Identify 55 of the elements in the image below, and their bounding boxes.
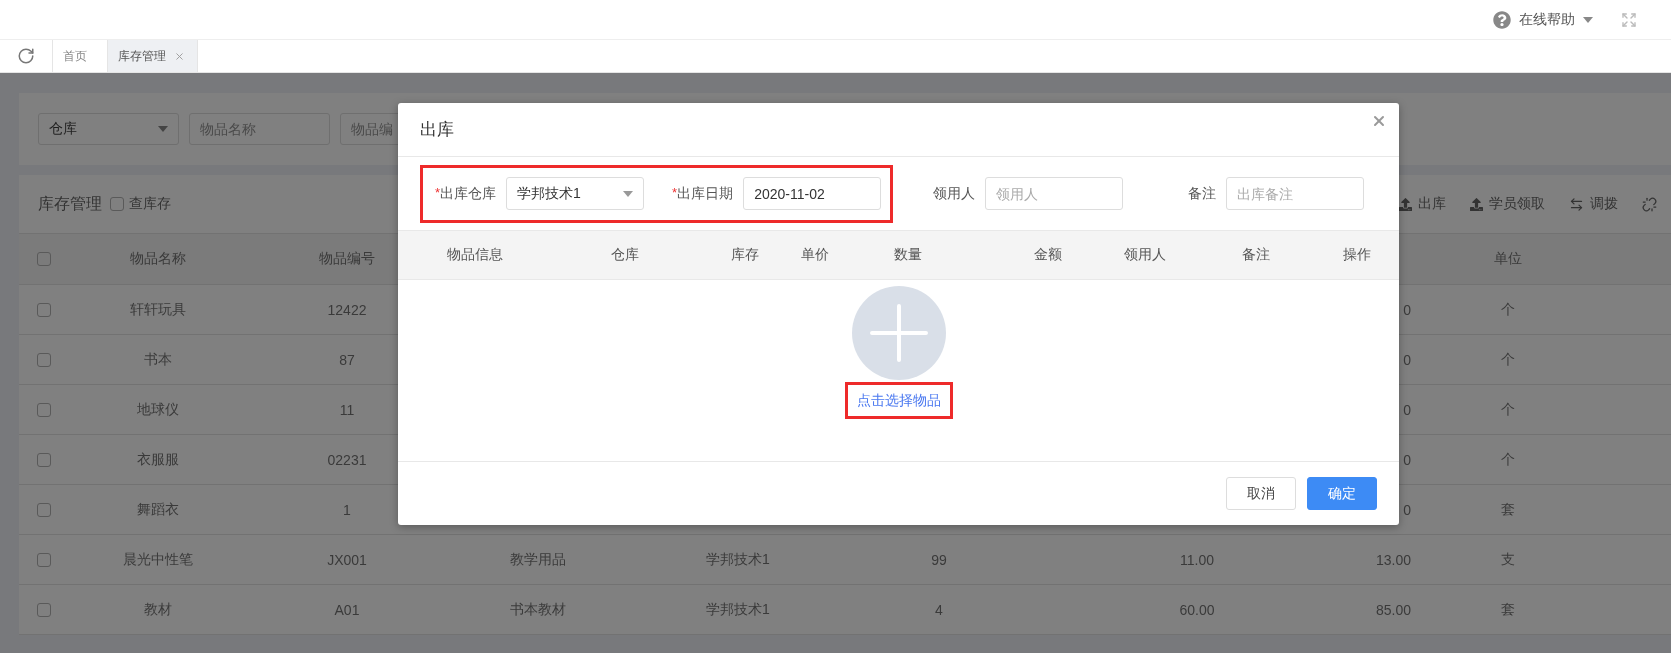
table-cell: 12422: [327, 301, 367, 318]
table-cell: 教学用品: [510, 550, 566, 569]
dialog-title: 出库: [420, 119, 454, 141]
table-cell: 0: [1403, 301, 1411, 318]
table-cell: 0: [1403, 451, 1411, 468]
table-cell: 晨光中性笔: [123, 550, 193, 569]
table-cell: 个: [1501, 300, 1515, 319]
field-label: 领用人: [933, 184, 976, 203]
column-header: 物品名称: [130, 250, 186, 268]
table-cell: 学邦技术1: [706, 600, 770, 619]
panel-title: 库存管理: [38, 193, 102, 214]
column-header: 领用人: [1124, 246, 1166, 264]
column-header: 仓库: [611, 246, 639, 264]
table-cell: 11: [339, 401, 355, 418]
field-label: 备注: [1188, 184, 1217, 203]
table-cell: 学邦技术1: [706, 550, 770, 569]
table-cell: 舞蹈衣: [137, 500, 179, 519]
column-header: 物品编号: [319, 250, 375, 268]
table-cell: 衣服服: [137, 450, 179, 469]
table-cell: 11.00: [1180, 551, 1214, 568]
table-cell: 02231: [327, 451, 367, 468]
table-cell: A01: [334, 601, 360, 618]
table-cell: 个: [1501, 400, 1515, 419]
column-header: 操作: [1343, 246, 1371, 264]
table-cell: 个: [1501, 350, 1515, 369]
table-cell: 套: [1501, 600, 1515, 619]
table-cell: 87: [339, 351, 355, 368]
table-cell: 轩轩玩具: [130, 300, 186, 319]
table-cell: 个: [1501, 450, 1515, 469]
column-header: 单位: [1494, 250, 1522, 268]
table-cell: 99: [931, 551, 947, 568]
table-cell: 套: [1501, 500, 1515, 519]
table-cell: 支: [1501, 550, 1515, 569]
table-cell: 0: [1403, 351, 1411, 368]
field-label: *出库日期: [672, 184, 734, 203]
table-cell: 13.00: [1375, 551, 1411, 568]
table-cell: 地球仪: [137, 400, 179, 419]
table-cell: 0: [1403, 401, 1411, 418]
table-cell: 60.00: [1179, 601, 1215, 618]
column-header: 金额: [1034, 246, 1062, 264]
table-cell: 4: [935, 601, 943, 618]
column-header: 数量: [894, 246, 922, 264]
field-label: *出库仓库: [435, 184, 497, 203]
column-header: 单价: [801, 246, 829, 264]
table-cell: 0: [1403, 501, 1411, 518]
column-header: 物品信息: [447, 246, 503, 264]
checkbox-label: 查库存: [129, 195, 171, 213]
column-header: 备注: [1242, 246, 1270, 264]
table-cell: 书本: [144, 350, 172, 369]
table-cell: 教材: [144, 600, 172, 619]
table-cell: JX001: [327, 551, 367, 568]
table-cell: 书本教材: [510, 600, 566, 619]
table-cell: 1: [343, 501, 351, 518]
table-cell: 85.00: [1375, 601, 1411, 618]
column-header: 库存: [731, 246, 759, 264]
